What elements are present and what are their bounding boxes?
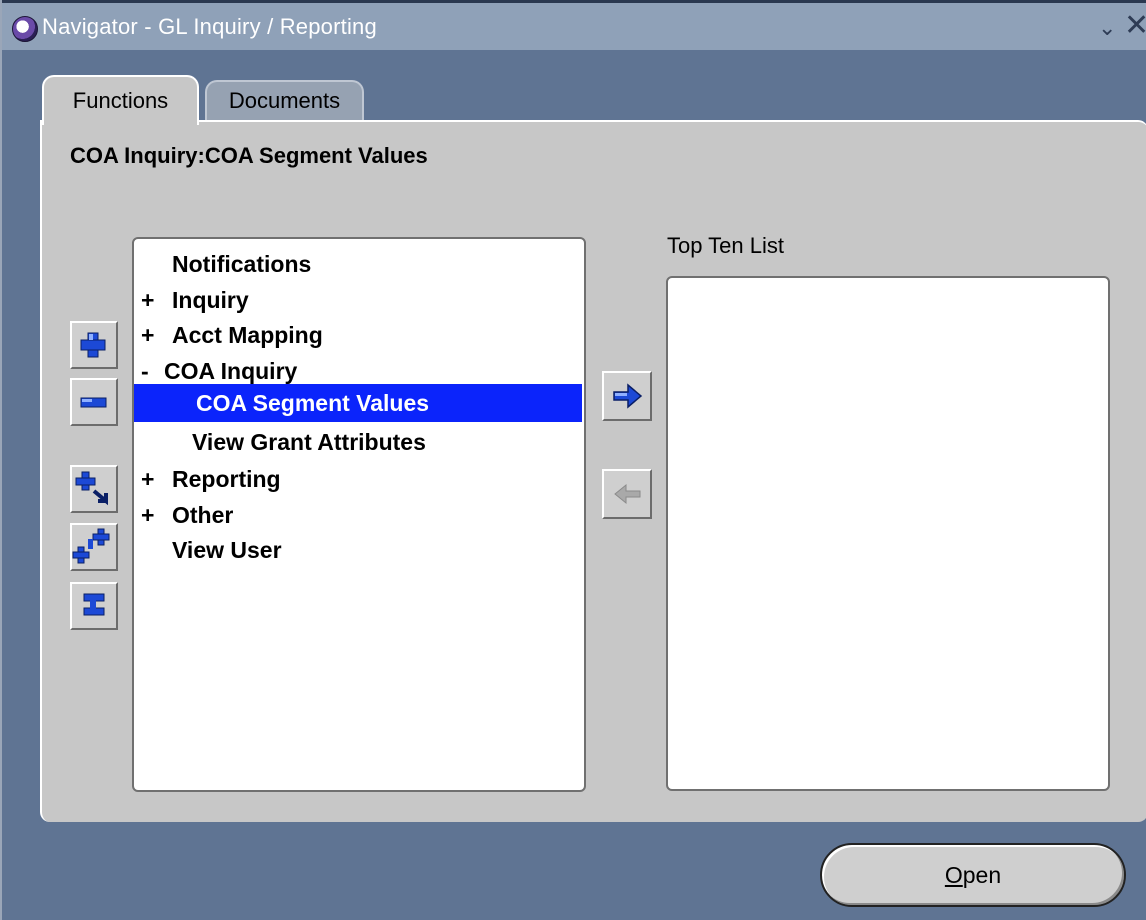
- top-ten-list[interactable]: [666, 276, 1110, 791]
- tree-expander[interactable]: +: [141, 316, 154, 354]
- current-function-title: COA Inquiry:COA Segment Values: [70, 143, 428, 168]
- close-icon[interactable]: ✕: [1124, 11, 1146, 41]
- tree-item-view-grant-attributes[interactable]: View Grant Attributes: [134, 423, 582, 461]
- tree-item-coa-segment-values[interactable]: COA Segment Values: [134, 384, 582, 422]
- add-to-top-ten-button[interactable]: [602, 371, 652, 421]
- remove-from-top-ten-button[interactable]: [602, 469, 652, 519]
- tree-item-view-user[interactable]: View User: [134, 531, 582, 569]
- navigator-window: Navigator - GL Inquiry / Reporting ⌄ ✕ F…: [0, 0, 1146, 920]
- title-bar[interactable]: Navigator - GL Inquiry / Reporting ⌄ ✕: [2, 0, 1146, 50]
- tree-item-label: COA Segment Values: [196, 390, 430, 416]
- minimize-icon[interactable]: ⌄: [1098, 15, 1116, 41]
- collapse-button[interactable]: [70, 378, 118, 426]
- tree-item-acct-mapping[interactable]: + Acct Mapping: [134, 316, 582, 354]
- tree-expander[interactable]: +: [141, 460, 154, 498]
- tree-item-label: Notifications: [172, 251, 312, 277]
- expand-branch-button[interactable]: [70, 465, 118, 513]
- tree-item-reporting[interactable]: + Reporting: [134, 460, 582, 498]
- tree-item-label: Inquiry: [172, 287, 249, 313]
- tree-item-inquiry[interactable]: + Inquiry: [134, 281, 582, 319]
- tree-item-other[interactable]: + Other: [134, 496, 582, 534]
- tab-functions[interactable]: Functions: [42, 75, 199, 125]
- function-tree[interactable]: Notifications + Inquiry + Acct Mapping -…: [132, 237, 586, 792]
- tree-expander[interactable]: +: [141, 281, 154, 319]
- tree-expander[interactable]: +: [141, 496, 154, 534]
- top-ten-label: Top Ten List: [667, 233, 785, 258]
- open-button-label: pen: [962, 861, 1002, 888]
- expand-icon: [80, 332, 106, 358]
- tab-documents[interactable]: Documents: [205, 80, 364, 120]
- remove-from-list-icon: [614, 483, 641, 505]
- tree-item-label: Reporting: [172, 466, 281, 492]
- open-button[interactable]: Open: [820, 843, 1126, 907]
- tree-item-notifications[interactable]: Notifications: [134, 245, 582, 283]
- open-button-mnemonic: O: [944, 861, 963, 888]
- collapse-all-icon: [83, 593, 105, 616]
- window-title: Navigator - GL Inquiry / Reporting: [42, 14, 377, 39]
- expand-all-icon: [72, 528, 110, 564]
- add-to-list-icon: [613, 383, 643, 409]
- expand-branch-icon: [75, 471, 108, 506]
- expand-all-button[interactable]: [70, 523, 118, 571]
- tree-item-label: View Grant Attributes: [192, 429, 426, 455]
- collapse-icon: [80, 397, 107, 408]
- expand-button[interactable]: [70, 321, 118, 369]
- collapse-all-button[interactable]: [70, 582, 118, 630]
- tree-item-label: Acct Mapping: [172, 322, 323, 348]
- oracle-app-icon: [12, 16, 38, 42]
- tree-item-label: View User: [172, 537, 282, 563]
- tree-item-label: Other: [172, 502, 234, 528]
